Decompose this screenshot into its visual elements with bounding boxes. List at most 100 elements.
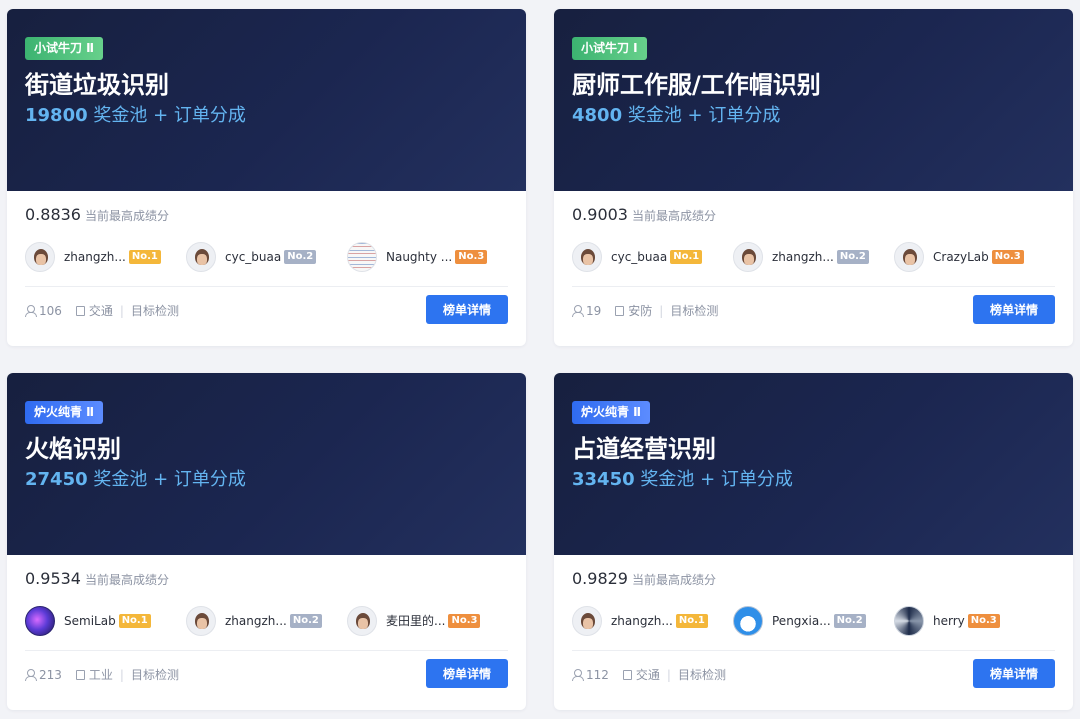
leader-name: zhangzh... (225, 613, 287, 628)
top-score-value: 0.9829 (572, 569, 628, 588)
rank-badge: No.1 (670, 249, 703, 264)
challenge-title[interactable]: 占道经营识别 (572, 433, 1055, 465)
challenge-title[interactable]: 街道垃圾识别 (25, 69, 508, 101)
leader-entry[interactable]: cyc_buaa No.2 (186, 241, 347, 272)
card-body: 0.8836 当前最高成绩分 zhangzh... No.1 cyc_buaa N… (7, 191, 526, 334)
card-header: 炉火纯青 Ⅱ 占道经营识别 33450 奖金池 + 订单分成 (554, 373, 1073, 555)
leader-entry[interactable]: cyc_buaa No.1 (572, 241, 733, 272)
leader-name: herry (933, 613, 965, 628)
top-score: 0.8836 当前最高成绩分 (25, 191, 508, 231)
avatar (347, 605, 377, 636)
bookmark-icon (75, 669, 85, 680)
difficulty-badge: 炉火纯青 Ⅱ (572, 401, 651, 424)
challenge-card-1[interactable]: 小试牛刀 Ⅱ 街道垃圾识别 19800 奖金池 + 订单分成 0.8836 当前最… (7, 9, 526, 346)
leaderboard-preview: zhangzh... No.1 Pengxia... No.2 herry No… (572, 595, 1055, 651)
leader-name: zhangzh... (772, 249, 834, 264)
category-tag: 工业 (75, 666, 113, 683)
leader-entry[interactable]: 麦田里的... No.3 (347, 605, 508, 636)
card-footer: 106 交通 | 目标检测 榜单详情 (25, 287, 508, 334)
leaderboard-detail-button[interactable]: 榜单详情 (426, 659, 508, 688)
avatar (186, 241, 216, 272)
top-score: 0.9003 当前最高成绩分 (572, 191, 1055, 231)
difficulty-badge: 小试牛刀 Ⅰ (572, 37, 647, 60)
leader-name: SemiLab (64, 613, 116, 628)
rank-badge: No.3 (448, 613, 481, 628)
avatar (894, 605, 924, 636)
avatar (347, 241, 377, 272)
prize-pool: 4800 奖金池 + 订单分成 (572, 103, 1055, 129)
challenge-title[interactable]: 厨师工作服/工作帽识别 (572, 69, 1055, 101)
card-header: 炉火纯青 Ⅱ 火焰识别 27450 奖金池 + 订单分成 (7, 373, 526, 555)
participant-count: 19 (572, 304, 601, 318)
participant-count: 112 (572, 668, 609, 682)
leader-name: cyc_buaa (225, 249, 282, 264)
divider: | (666, 667, 671, 682)
avatar (733, 241, 763, 272)
leader-entry[interactable]: herry No.3 (894, 605, 1055, 636)
rank-badge: No.2 (284, 249, 317, 264)
top-score-value: 0.9534 (25, 569, 81, 588)
divider: | (119, 303, 124, 318)
prize-amount: 33450 (572, 469, 635, 490)
category-label: 工业 (88, 668, 113, 682)
card-body: 0.9534 当前最高成绩分 SemiLab No.1 zhangzh... No… (7, 555, 526, 698)
participant-count: 213 (25, 668, 62, 682)
avatar (25, 605, 55, 636)
prize-amount: 4800 (572, 105, 623, 126)
avatar (733, 605, 763, 636)
leader-entry[interactable]: Naughty ... No.3 (347, 241, 508, 272)
avatar (572, 605, 602, 636)
participant-count-value: 112 (586, 667, 609, 682)
leader-name: zhangzh... (611, 613, 673, 628)
rank-badge: No.2 (833, 613, 866, 628)
card-body: 0.9003 当前最高成绩分 cyc_buaa No.1 zhangzh... N… (554, 191, 1073, 334)
participant-count-value: 19 (586, 303, 602, 318)
rank-badge: No.2 (289, 613, 322, 628)
avatar (186, 605, 216, 636)
leader-name: 麦田里的... (386, 614, 446, 628)
card-footer: 213 工业 | 目标检测 榜单详情 (25, 651, 508, 698)
rank-badge: No.1 (118, 613, 151, 628)
leaderboard-detail-button[interactable]: 榜单详情 (973, 295, 1055, 324)
category-label: 安防 (628, 304, 653, 318)
leaderboard-detail-button[interactable]: 榜单详情 (973, 659, 1055, 688)
user-icon (25, 669, 37, 681)
challenge-card-4[interactable]: 炉火纯青 Ⅱ 占道经营识别 33450 奖金池 + 订单分成 0.9829 当前最… (554, 373, 1073, 710)
leader-entry[interactable]: CrazyLab No.3 (894, 241, 1055, 272)
leader-entry[interactable]: zhangzh... No.1 (572, 605, 733, 636)
rank-badge: No.3 (455, 249, 488, 264)
leader-entry[interactable]: zhangzh... No.2 (733, 241, 894, 272)
user-icon (25, 305, 37, 317)
prize-amount: 19800 (25, 105, 88, 126)
prize-amount: 27450 (25, 469, 88, 490)
leader-entry[interactable]: SemiLab No.1 (25, 605, 186, 636)
prize-suffix: 奖金池 + 订单分成 (87, 469, 246, 490)
category-tag: 交通 (75, 302, 113, 319)
leader-entry[interactable]: zhangzh... No.2 (186, 605, 347, 636)
rank-badge: No.2 (836, 249, 869, 264)
rank-badge: No.3 (991, 249, 1024, 264)
user-icon (572, 669, 584, 681)
prize-pool: 27450 奖金池 + 订单分成 (25, 467, 508, 493)
leader-name: CrazyLab (933, 249, 989, 264)
task-type: 目标检测 (677, 668, 726, 682)
top-score-value: 0.9003 (572, 205, 628, 224)
leaderboard-preview: zhangzh... No.1 cyc_buaa No.2 Naughty ..… (25, 231, 508, 287)
leader-entry[interactable]: zhangzh... No.1 (25, 241, 186, 272)
card-body: 0.9829 当前最高成绩分 zhangzh... No.1 Pengxia...… (554, 555, 1073, 698)
category-label: 交通 (88, 304, 113, 318)
category-tag: 安防 (615, 302, 652, 319)
challenge-title[interactable]: 火焰识别 (25, 433, 508, 465)
leaderboard-detail-button[interactable]: 榜单详情 (426, 295, 508, 324)
challenge-card-2[interactable]: 小试牛刀 Ⅰ 厨师工作服/工作帽识别 4800 奖金池 + 订单分成 0.900… (554, 9, 1073, 346)
card-footer: 19 安防 | 目标检测 榜单详情 (572, 287, 1055, 334)
user-icon (572, 305, 584, 317)
leader-entry[interactable]: Pengxia... No.2 (733, 605, 894, 636)
leader-name: Pengxia... (772, 613, 831, 628)
divider: | (119, 667, 124, 682)
avatar (572, 241, 602, 272)
challenge-card-3[interactable]: 炉火纯青 Ⅱ 火焰识别 27450 奖金池 + 订单分成 0.9534 当前最高成… (7, 373, 526, 710)
rank-badge: No.1 (128, 249, 161, 264)
bookmark-icon (75, 305, 85, 316)
difficulty-badge: 小试牛刀 Ⅱ (25, 37, 104, 60)
